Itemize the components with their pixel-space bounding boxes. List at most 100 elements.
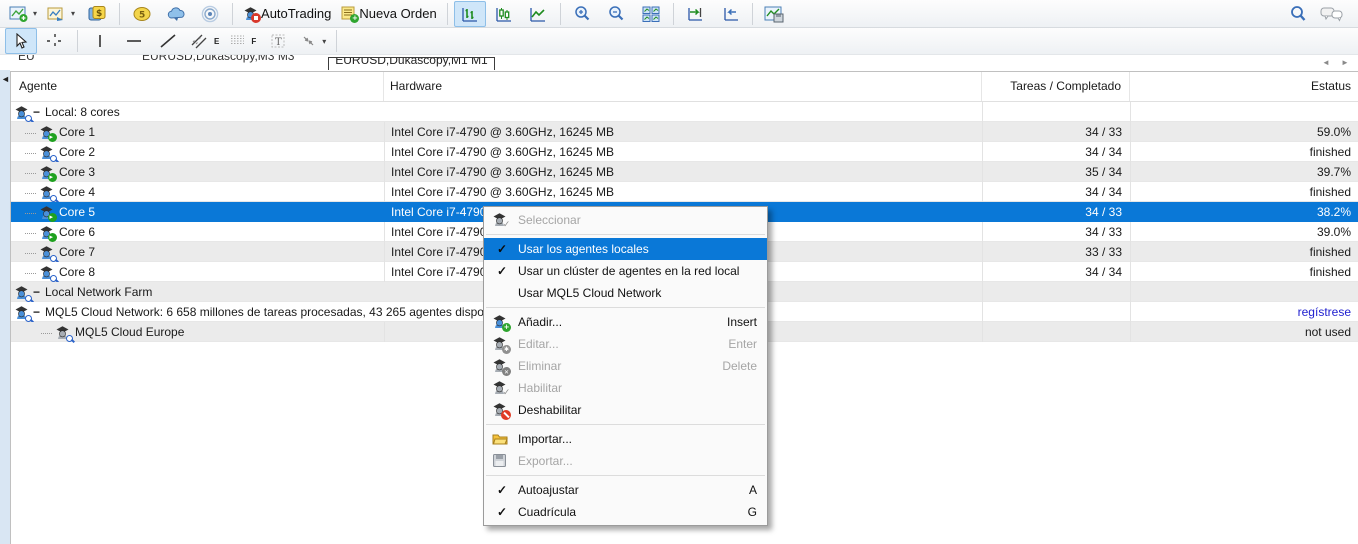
new-chart-button[interactable]: ▾ [5, 1, 41, 27]
menu-item-deshabilitar[interactable]: Deshabilitar [484, 399, 767, 421]
fibonacci-button[interactable]: F [225, 28, 260, 54]
profiles-button[interactable]: ▾ [43, 1, 79, 27]
zoom-in-icon [573, 5, 593, 23]
autotrading-button[interactable]: AutoTrading [239, 1, 335, 27]
menu-item-usar-agentes-locales[interactable]: ✓ Usar los agentes locales [484, 238, 767, 260]
panel-scroll-left-icon[interactable]: ◄ [1, 74, 10, 84]
cloud-icon [166, 5, 186, 23]
tile-windows-button[interactable] [635, 1, 667, 27]
checkmark-icon: ✓ [497, 260, 507, 282]
table-row-core1[interactable]: Core 1 Intel Core i7-4790 @ 3.60GHz, 162… [11, 122, 1358, 142]
menu-item-label: Autoajustar [518, 483, 579, 497]
agent-active-icon [39, 125, 54, 140]
line-chart-button[interactable] [522, 1, 554, 27]
hardware-cell: Intel Core i7-4790 @ 3.60GHz, 16245 MB [384, 142, 982, 162]
plus-badge-icon [502, 323, 511, 332]
cloud-button[interactable] [160, 1, 192, 27]
text-tool-button[interactable]: T [262, 28, 294, 54]
mql5-coin-icon: 5 [133, 5, 151, 23]
vertical-line-button[interactable] [84, 28, 116, 54]
column-header-agente[interactable]: Agente [11, 72, 384, 101]
trendline-button[interactable] [152, 28, 184, 54]
agent-select-icon [492, 212, 508, 228]
tab-scroll-right-icon[interactable]: ► [1341, 58, 1349, 67]
group-label: Local: 8 cores [45, 102, 120, 122]
symbols-button[interactable]: $ [81, 1, 113, 27]
gear-badge-icon [502, 345, 511, 354]
signals-button[interactable] [194, 1, 226, 27]
tasks-cell [982, 102, 1130, 122]
save-icon [492, 453, 508, 469]
tasks-cell: 34 / 34 [982, 182, 1130, 202]
stop-badge-icon [251, 13, 261, 23]
check-badge-icon [502, 221, 511, 230]
column-header-hardware[interactable]: Hardware [384, 72, 982, 101]
menu-item-importar[interactable]: Importar... [484, 428, 767, 450]
bar-chart-button[interactable] [454, 1, 486, 27]
tree-line [41, 324, 52, 334]
chart-template-button[interactable] [759, 1, 791, 27]
table-row-core3[interactable]: Core 3 Intel Core i7-4790 @ 3.60GHz, 162… [11, 162, 1358, 182]
menu-item-anadir[interactable]: Añadir... Insert [484, 311, 767, 333]
menu-shortcut: Insert [727, 311, 757, 333]
play-badge-icon [48, 173, 57, 182]
column-header-tareas[interactable]: Tareas / Completado [982, 72, 1130, 101]
candlestick-chart-button[interactable] [488, 1, 520, 27]
agent-add-icon [492, 314, 508, 330]
menu-item-eliminar: Eliminar Delete [484, 355, 767, 377]
x-badge-icon [502, 367, 511, 376]
menu-shortcut: G [748, 501, 757, 523]
menu-item-habilitar: Habilitar [484, 377, 767, 399]
collapse-expander[interactable]: − [32, 302, 41, 322]
register-link[interactable]: regístrese [1130, 302, 1358, 322]
play-badge-icon [48, 133, 57, 142]
shapes-button[interactable]: ▾ [296, 28, 330, 54]
auto-scroll-button[interactable] [714, 1, 746, 27]
collapse-expander[interactable]: − [32, 282, 41, 302]
active-chart-tab[interactable]: EURUSD,Dukascopy,M1 M1 [328, 57, 495, 70]
menu-item-usar-cluster-red-local[interactable]: ✓ Usar un clúster de agentes en la red l… [484, 260, 767, 282]
cursor-button[interactable] [5, 28, 37, 54]
menu-separator [486, 234, 765, 235]
crosshair-button[interactable] [39, 28, 71, 54]
table-row-core2[interactable]: Core 2 Intel Core i7-4790 @ 3.60GHz, 162… [11, 142, 1358, 162]
menu-item-cuadricula[interactable]: ✓ Cuadrícula G [484, 501, 767, 523]
agent-active-icon [39, 205, 54, 220]
column-header-estatus[interactable]: Estatus [1130, 72, 1358, 101]
search-button[interactable] [1282, 1, 1314, 27]
hardware-cell: Intel Core i7-4790 @ 3.60GHz, 16245 MB [384, 122, 982, 142]
toolbar-separator [336, 30, 337, 52]
chart-tab-fragment[interactable]: EU [18, 55, 35, 63]
agent-name: Core 6 [59, 222, 95, 242]
horizontal-line-button[interactable] [118, 28, 150, 54]
svg-text:5: 5 [139, 10, 145, 20]
chevron-down-icon: ▾ [322, 37, 326, 46]
table-row-local-group[interactable]: − Local: 8 cores [11, 102, 1358, 122]
status-cell: not used [1130, 322, 1358, 342]
chart-shift-button[interactable] [680, 1, 712, 27]
zoom-out-button[interactable] [601, 1, 633, 27]
table-row-core4[interactable]: Core 4 Intel Core i7-4790 @ 3.60GHz, 162… [11, 182, 1358, 202]
collapse-expander[interactable]: − [32, 102, 41, 122]
menu-item-usar-mql5-cloud-network[interactable]: Usar MQL5 Cloud Network [484, 282, 767, 304]
chart-tab-fragment[interactable]: EURUSD,Dukascopy,M3 M3 [142, 55, 294, 63]
main-toolbar: ▾ ▾ $ 5 [0, 0, 1358, 28]
menu-item-label: Usar un clúster de agentes en la red loc… [518, 264, 739, 278]
zoom-in-button[interactable] [567, 1, 599, 27]
mql5-community-button[interactable]: 5 [126, 1, 158, 27]
chat-button[interactable] [1316, 1, 1348, 27]
search-badge-icon [50, 255, 57, 262]
auto-scroll-icon [720, 5, 740, 23]
new-order-button[interactable]: Nueva Orden [337, 1, 440, 27]
agent-delete-icon [492, 358, 508, 374]
menu-separator [486, 307, 765, 308]
zoom-out-icon [607, 5, 627, 23]
tasks-cell: 34 / 33 [982, 202, 1130, 222]
search-badge-icon [25, 295, 32, 302]
menu-item-autoajustar[interactable]: ✓ Autoajustar A [484, 479, 767, 501]
svg-text:$: $ [96, 9, 102, 19]
tab-scroll-left-icon[interactable]: ◄ [1322, 58, 1330, 67]
equidistant-channel-button[interactable]: E [186, 28, 223, 54]
active-chart-tab-label: EURUSD,Dukascopy,M1 M1 [335, 57, 487, 67]
fibo-letter: F [251, 37, 256, 46]
